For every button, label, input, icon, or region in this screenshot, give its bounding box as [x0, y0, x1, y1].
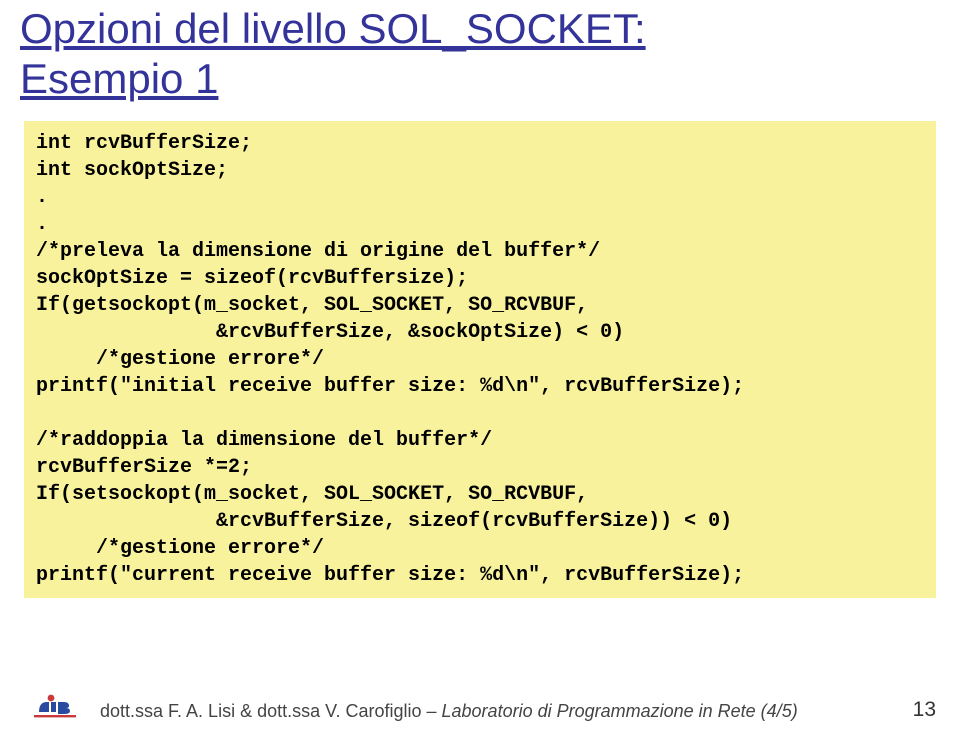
footer-course: Laboratorio di Programmazione in Rete (4… [442, 701, 798, 721]
footer-authors: dott.ssa F. A. Lisi & dott.ssa V. Carofi… [100, 701, 442, 721]
code-block: int rcvBufferSize; int sockOptSize; . . … [24, 121, 936, 598]
code-content: int rcvBufferSize; int sockOptSize; . . … [36, 132, 744, 587]
page-number: 13 [913, 698, 936, 722]
dib-logo-icon [24, 690, 90, 722]
title-line1: Opzioni del livello SOL_SOCKET: [20, 5, 646, 52]
page-title: Opzioni del livello SOL_SOCKET: Esempio … [0, 0, 960, 121]
footer-text: dott.ssa F. A. Lisi & dott.ssa V. Carofi… [100, 701, 901, 722]
page-footer: dott.ssa F. A. Lisi & dott.ssa V. Carofi… [0, 690, 960, 722]
title-line2: Esempio 1 [20, 55, 218, 102]
